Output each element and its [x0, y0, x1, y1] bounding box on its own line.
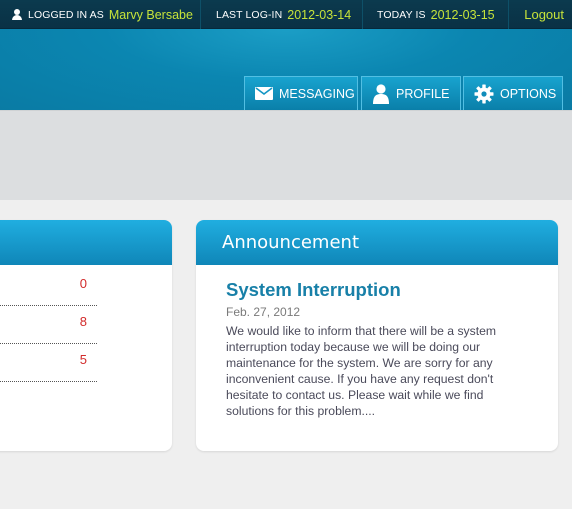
content-band — [0, 110, 572, 200]
announcement-title[interactable]: System Interruption — [226, 279, 401, 301]
messaging-label: MESSAGING — [279, 86, 355, 101]
messaging-button[interactable]: MESSAGING — [244, 76, 358, 110]
logged-in-section: LOGGED IN AS Marvy Bersabe — [0, 0, 201, 29]
options-button[interactable]: OPTIONS — [463, 76, 563, 110]
summary-panel-header — [0, 220, 172, 265]
envelope-icon — [255, 87, 273, 100]
header-banner: MESSAGING PROFILE OPTIONS — [0, 29, 572, 110]
last-login-label: LAST LOG-IN — [216, 8, 283, 21]
announcement-body: We would like to inform that there will … — [226, 324, 497, 418]
profile-button[interactable]: PROFILE — [361, 76, 461, 110]
announcement-header: Announcement — [196, 220, 558, 265]
count-value: 5 — [79, 352, 87, 367]
logged-in-label: LOGGED IN AS — [28, 8, 104, 21]
count-value: 8 — [79, 314, 87, 329]
logout-link[interactable]: Logout — [524, 0, 564, 29]
last-login-section: LAST LOG-IN 2012-03-14 — [201, 0, 363, 29]
list-item[interactable]: 0 — [0, 268, 97, 306]
summary-panel: 0 8 5 — [0, 220, 172, 451]
top-status-bar: LOGGED IN AS Marvy Bersabe LAST LOG-IN 2… — [0, 0, 572, 29]
last-login-value: 2012-03-14 — [287, 7, 352, 22]
gear-icon — [474, 84, 494, 103]
count-value: 0 — [79, 276, 87, 291]
announcement-date: Feb. 27, 2012 — [226, 305, 301, 319]
today-section: TODAY IS 2012-03-15 — [363, 0, 509, 29]
profile-label: PROFILE — [396, 86, 450, 101]
options-label: OPTIONS — [500, 86, 557, 101]
announcement-panel: Announcement System Interruption Feb. 27… — [196, 220, 558, 451]
person-icon — [373, 83, 389, 104]
today-label: TODAY IS — [377, 8, 426, 21]
list-item[interactable]: 5 — [0, 344, 97, 382]
list-item[interactable]: 8 — [0, 306, 97, 344]
user-name: Marvy Bersabe — [108, 7, 193, 22]
user-icon — [12, 8, 22, 21]
today-value: 2012-03-15 — [430, 7, 495, 22]
